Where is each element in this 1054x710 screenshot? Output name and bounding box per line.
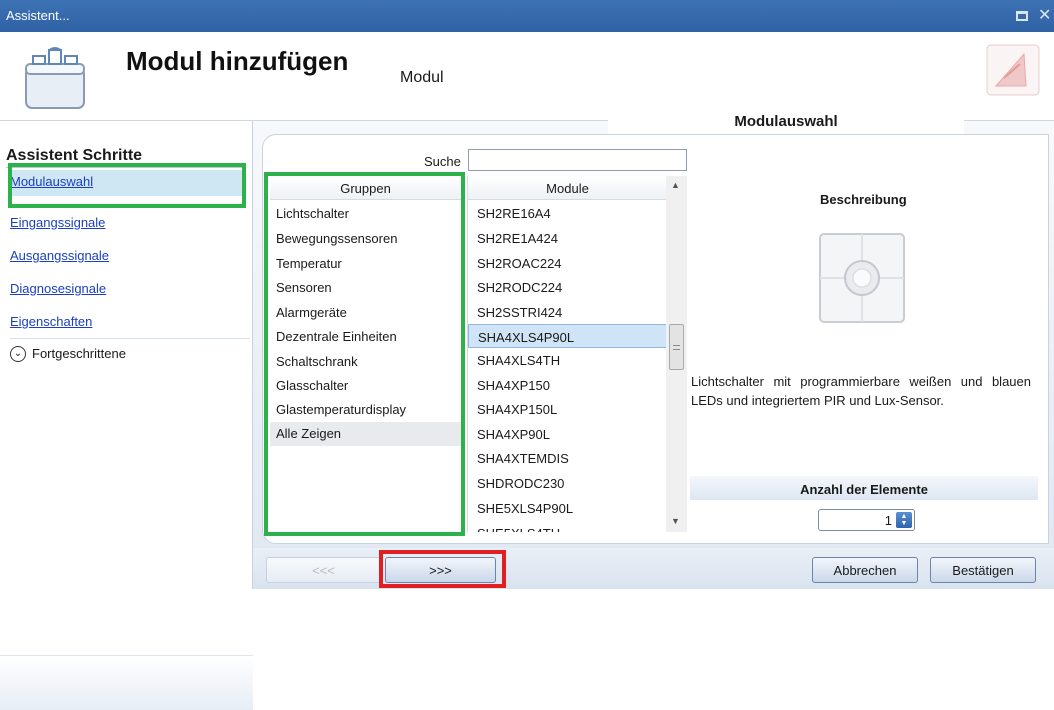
modules-scrollbar[interactable]: ▲ ▼	[666, 176, 687, 532]
module-item[interactable]: SH2RE1A424	[468, 226, 668, 250]
scroll-thumb[interactable]	[669, 324, 684, 370]
module-blocks-icon	[25, 47, 85, 109]
tab-modulauswahl: Modulauswahl	[608, 108, 964, 134]
group-item[interactable]: Glasschalter	[276, 374, 459, 398]
group-item[interactable]: Sensoren	[276, 276, 459, 300]
close-icon[interactable]: ✕	[1038, 5, 1051, 25]
chevron-down-icon: ⌄	[10, 346, 26, 362]
module-item[interactable]: SHA4XP150	[468, 373, 668, 397]
module-item[interactable]: SH2RE16A4	[468, 201, 668, 225]
page-title: Modul hinzufügen	[126, 46, 349, 76]
module-item[interactable]: SHA4XLS4TH	[468, 348, 668, 372]
next-button[interactable]: >>>	[385, 557, 496, 583]
sidebar-item-modulauswahl[interactable]: Modulauswahl	[10, 170, 244, 196]
window-titlebar: Assistent... ✕	[0, 0, 1054, 32]
device-image	[819, 233, 905, 323]
groups-header: Gruppen	[270, 176, 461, 200]
spin-arrows-icon[interactable]: ▲ ▼	[896, 512, 912, 528]
sidebar-item-ausgangssignale[interactable]: Ausgangssignale	[10, 244, 244, 270]
modules-header: Module	[468, 176, 667, 200]
modules-list: Module SH2RE16A4 SH2RE1A424 SH2ROAC224 S…	[467, 176, 687, 532]
count-stepper[interactable]: 1 ▲ ▼	[818, 509, 915, 531]
group-item[interactable]: Glastemperaturdisplay	[276, 398, 459, 422]
sidebar-item-diagnosesignale[interactable]: Diagnosesignale	[10, 277, 244, 303]
back-button[interactable]: <<<	[266, 557, 381, 583]
group-item[interactable]: Lichtschalter	[276, 202, 459, 226]
sidebar-footer	[0, 655, 253, 710]
brand-logo-icon	[986, 44, 1040, 96]
scroll-down-icon[interactable]: ▼	[671, 516, 680, 526]
sidebar-item-eingangssignale[interactable]: Eingangssignale	[10, 211, 244, 237]
sidebar-heading: Assistent Schritte	[6, 147, 143, 164]
confirm-button[interactable]: Bestätigen	[930, 557, 1036, 583]
module-item[interactable]: SHE5XLS4P90L	[468, 496, 668, 520]
description-heading: Beschreibung	[820, 192, 907, 207]
advanced-label: Fortgeschrittene	[32, 346, 126, 361]
page-subtitle: Modul	[400, 69, 444, 86]
group-item[interactable]: Bewegungssensoren	[276, 227, 459, 251]
grip-icon	[673, 345, 680, 350]
search-label: Suche	[424, 154, 461, 169]
module-item[interactable]: SHA4XP150L	[468, 397, 668, 421]
scroll-up-icon[interactable]: ▲	[671, 180, 680, 190]
group-item[interactable]: Alarmgeräte	[276, 301, 459, 325]
maximize-icon[interactable]	[1016, 11, 1028, 21]
sidebar-divider	[6, 167, 246, 168]
module-item[interactable]: SHA4XP90L	[468, 422, 668, 446]
count-value: 1	[884, 513, 892, 528]
count-label: Anzahl der Elemente	[800, 482, 928, 497]
module-item[interactable]: SH2RODC224	[468, 275, 668, 299]
module-item[interactable]: SH2ROAC224	[468, 251, 668, 275]
module-item[interactable]: SHA4XTEMDIS	[468, 446, 668, 470]
description-text: Lichtschalter mit programmierbare weißen…	[691, 374, 1031, 408]
group-item-selected[interactable]: Alle Zeigen	[270, 422, 461, 446]
cancel-button[interactable]: Abbrechen	[812, 557, 918, 583]
search-input[interactable]	[468, 149, 687, 171]
sidebar-item-eigenschaften[interactable]: Eigenschaften	[10, 310, 244, 336]
window-title: Assistent...	[6, 8, 70, 23]
group-item[interactable]: Dezentrale Einheiten	[276, 325, 459, 349]
group-item[interactable]: Schaltschrank	[276, 350, 459, 374]
advanced-toggle[interactable]: ⌄ Fortgeschrittene	[10, 338, 250, 366]
module-item[interactable]: SHDRODC230	[468, 471, 668, 495]
module-item[interactable]: SH2SSTRI424	[468, 300, 668, 324]
module-item[interactable]: SHE5XLS4TH	[468, 521, 668, 532]
groups-list: Gruppen Lichtschalter Bewegungssensoren …	[270, 176, 461, 528]
group-item[interactable]: Temperatur	[276, 252, 459, 276]
module-item-selected[interactable]: SHA4XLS4P90L	[468, 324, 668, 348]
